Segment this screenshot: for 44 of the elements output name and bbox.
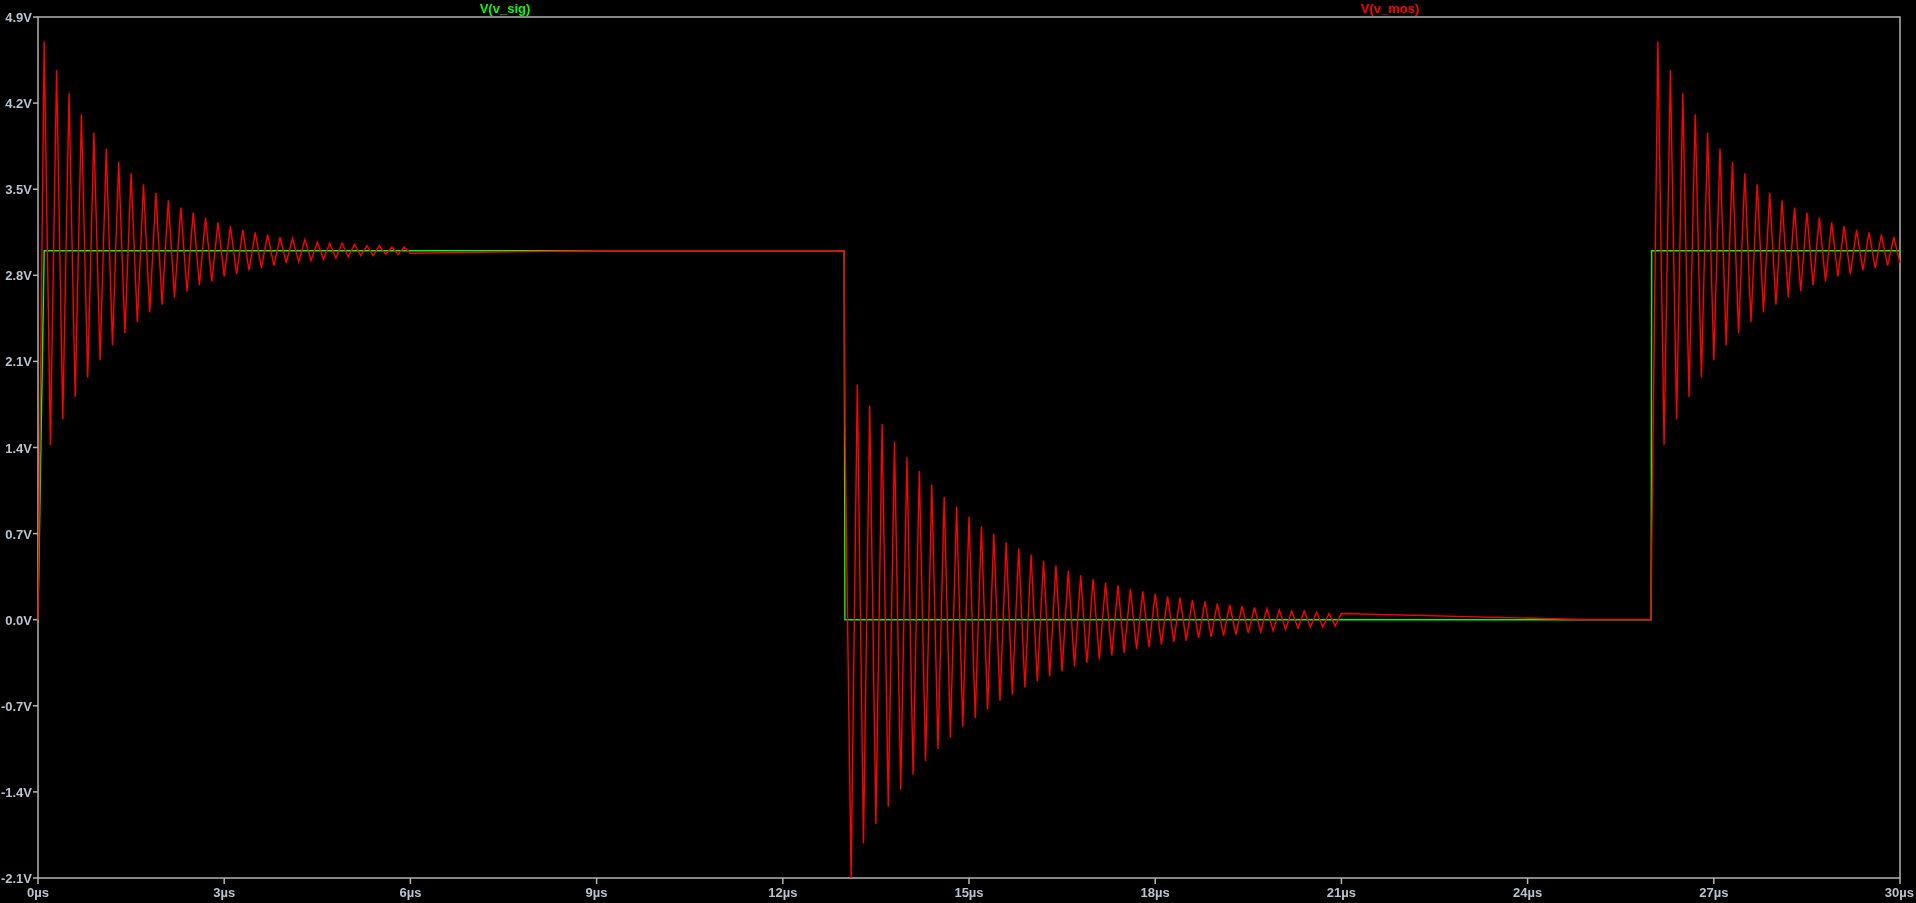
tick-mark — [595, 878, 598, 884]
tick-mark — [33, 274, 38, 277]
tick-mark — [33, 16, 38, 18]
axis-tick-label: 3µs — [213, 885, 236, 900]
axis-tick-label: 30µs — [1884, 885, 1914, 900]
tick-mark — [33, 705, 38, 707]
axis-tick-label: 1.4V — [5, 440, 32, 456]
tick-mark — [1154, 878, 1156, 884]
axis-tick-label: 6µs — [399, 885, 422, 900]
axis-tick-label: 0.0V — [5, 612, 32, 628]
axis-tick-label: 0µs — [27, 885, 49, 900]
axis-tick-label: 21µs — [1326, 885, 1356, 900]
axis-tick-label: 18µs — [1140, 885, 1170, 900]
axis-tick-label: 4.2V — [5, 96, 32, 112]
axis-tick-label: -1.4V — [0, 784, 32, 800]
tick-mark — [33, 102, 38, 104]
tick-mark — [1526, 878, 1529, 884]
axis-tick-label: -2.1V — [0, 871, 32, 886]
axis-tick-label: 15µs — [954, 885, 984, 900]
tick-mark — [33, 188, 38, 190]
axis-tick-label: 27µs — [1699, 885, 1729, 900]
axis-tick-label: 2.8V — [5, 268, 32, 284]
axis-tick-label: 3.5V — [5, 182, 32, 198]
axis-tick-label: 4.9V — [5, 10, 32, 25]
trace-label[interactable]: V(v_mos) — [1360, 1, 1420, 16]
axis-tick-label: -0.7V — [0, 698, 32, 714]
axis-tick-label: 0.7V — [5, 526, 32, 542]
trace-label[interactable]: V(v_sig) — [479, 1, 531, 16]
tick-mark — [1713, 878, 1715, 884]
axis-tick-label: 9µs — [585, 885, 608, 900]
tick-mark — [33, 360, 38, 363]
tick-mark — [223, 878, 225, 884]
axis-tick-label: 24µs — [1513, 885, 1543, 900]
tick-mark — [33, 446, 38, 449]
tick-mark — [33, 618, 38, 621]
tick-mark — [1340, 878, 1343, 884]
axis-tick-label: 2.1V — [5, 354, 32, 370]
tick-mark — [1899, 878, 1901, 884]
axis-tick-label: 12µs — [768, 885, 798, 900]
tick-mark — [33, 532, 38, 535]
tick-mark — [968, 878, 970, 884]
tick-mark — [782, 878, 784, 884]
tick-mark — [409, 878, 412, 884]
tick-mark — [33, 791, 38, 793]
